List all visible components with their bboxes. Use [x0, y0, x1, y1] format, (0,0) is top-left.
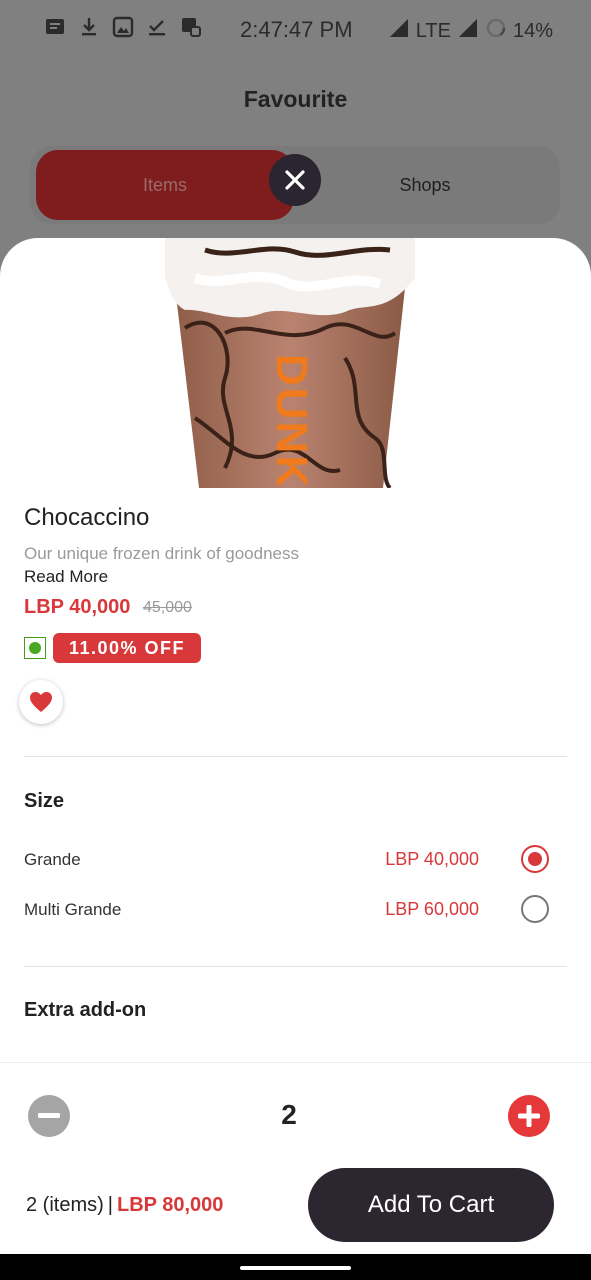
veg-icon [24, 637, 46, 659]
plus-icon [518, 1105, 540, 1127]
tab-shops[interactable]: Shops [320, 150, 530, 220]
product-image: DUNK [165, 238, 415, 488]
gallery-icon [112, 16, 134, 38]
home-handle[interactable] [240, 1266, 351, 1270]
size-option-price: LBP 60,000 [385, 899, 479, 919]
status-bar: 2:47:47 PM LTE 14% [0, 0, 591, 58]
system-indicators: LTE 14% [388, 17, 553, 45]
size-radio-grande[interactable] [521, 845, 549, 873]
check-icon [146, 16, 168, 38]
product-old-price: 45,000 [143, 599, 192, 616]
size-title: Size [24, 790, 65, 812]
divider [24, 966, 567, 967]
signal-icon [388, 18, 410, 44]
increase-quantity-button[interactable] [508, 1095, 550, 1137]
product-name: Chocaccino [24, 504, 150, 531]
discount-badge: 11.00% OFF [53, 633, 202, 663]
clock: 2:47:47 PM [240, 17, 353, 42]
cart-panel: 2 2 (items) | LBP 80,000 Add To Cart [0, 1062, 591, 1254]
sync-icon [180, 16, 202, 38]
size-option-multi-grande[interactable]: Multi Grande [24, 900, 121, 920]
network-type: LTE [415, 19, 451, 42]
battery-icon [485, 17, 507, 45]
favorite-button[interactable] [19, 680, 63, 724]
minus-icon [38, 1113, 60, 1118]
battery-level: 14% [512, 19, 553, 42]
items-count: 2 (items) [26, 1194, 104, 1216]
size-option-grande[interactable]: Grande [24, 850, 81, 870]
signal-icon-2 [457, 18, 479, 44]
divider [24, 756, 567, 757]
read-more-link[interactable]: Read More [24, 567, 108, 587]
decrease-quantity-button[interactable] [28, 1095, 70, 1137]
close-button[interactable] [269, 154, 321, 206]
quantity-value: 2 [281, 1099, 297, 1130]
product-brand-text: DUNK [267, 354, 316, 488]
add-to-cart-button[interactable]: Add To Cart [308, 1168, 554, 1242]
size-radio-multi-grande[interactable] [521, 895, 549, 923]
download-icon [78, 16, 100, 38]
page-title: Favourite [243, 86, 348, 112]
product-sheet: DUNK Chocaccino Our unique frozen drink … [0, 238, 591, 1254]
summary-separator: | [107, 1194, 113, 1216]
close-icon [285, 170, 305, 190]
addons-title: Extra add-on [24, 999, 147, 1021]
tab-items[interactable]: Items [36, 150, 294, 220]
cart-total: LBP 80,000 [117, 1194, 224, 1216]
size-option-price: LBP 40,000 [385, 849, 479, 869]
navigation-bar [0, 1254, 591, 1280]
message-icon [44, 16, 66, 38]
product-price: LBP 40,000 [24, 596, 131, 618]
heart-icon [30, 692, 52, 712]
notification-icons [44, 16, 202, 38]
product-description: Our unique frozen drink of goodness [24, 544, 300, 563]
cart-summary: 2 (items) | LBP 80,000 [26, 1194, 223, 1217]
